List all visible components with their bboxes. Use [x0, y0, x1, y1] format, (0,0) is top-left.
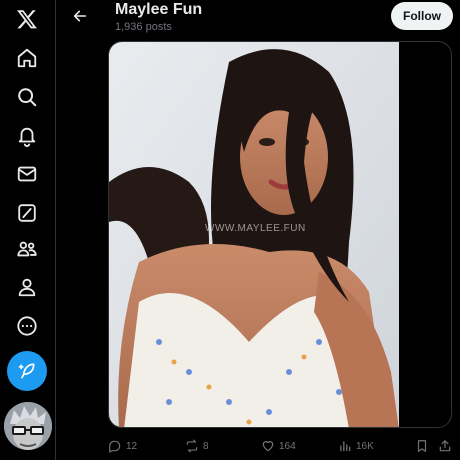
- post-photo: [109, 42, 399, 427]
- bookmark-icon: [417, 440, 427, 452]
- like-count: 164: [279, 440, 296, 452]
- feather-icon: [18, 363, 35, 379]
- post-media[interactable]: WWW.MAYLEE.FUN: [108, 41, 452, 428]
- share-icon: [439, 440, 451, 452]
- search-icon[interactable]: [8, 78, 46, 116]
- reply-icon: [109, 440, 121, 453]
- more-icon[interactable]: [8, 307, 46, 345]
- bookmark-button[interactable]: [415, 436, 429, 456]
- heart-icon: [262, 441, 274, 452]
- account-avatar[interactable]: [4, 402, 52, 450]
- compose-post-button[interactable]: [7, 351, 47, 391]
- arrow-left-icon: [73, 10, 87, 22]
- views-icon: [340, 441, 351, 452]
- repost-count: 8: [203, 440, 209, 452]
- reply-count: 12: [126, 440, 138, 452]
- grok-icon[interactable]: [8, 194, 46, 232]
- profile-name: Maylee Fun: [115, 1, 203, 18]
- bell-icon[interactable]: [8, 117, 46, 155]
- back-button[interactable]: [68, 4, 92, 28]
- views-button[interactable]: 16K: [338, 436, 374, 456]
- view-count: 16K: [356, 440, 374, 452]
- repost-icon: [186, 439, 198, 453]
- side-nav: [0, 0, 56, 460]
- x-logo-icon[interactable]: [8, 0, 46, 38]
- post-count: 1,936 posts: [115, 21, 172, 33]
- communities-icon[interactable]: [8, 230, 46, 268]
- share-button[interactable]: [438, 436, 452, 456]
- like-button[interactable]: 164: [261, 436, 296, 456]
- reply-button[interactable]: 12: [108, 436, 137, 456]
- post-action-bar: 12 8 164 16K: [108, 436, 452, 456]
- profile-icon[interactable]: [8, 268, 46, 306]
- photo-watermark: WWW.MAYLEE.FUN: [205, 223, 306, 234]
- home-icon[interactable]: [8, 39, 46, 77]
- mail-icon[interactable]: [8, 155, 46, 193]
- follow-button[interactable]: Follow: [391, 2, 453, 30]
- repost-button[interactable]: 8: [185, 436, 209, 456]
